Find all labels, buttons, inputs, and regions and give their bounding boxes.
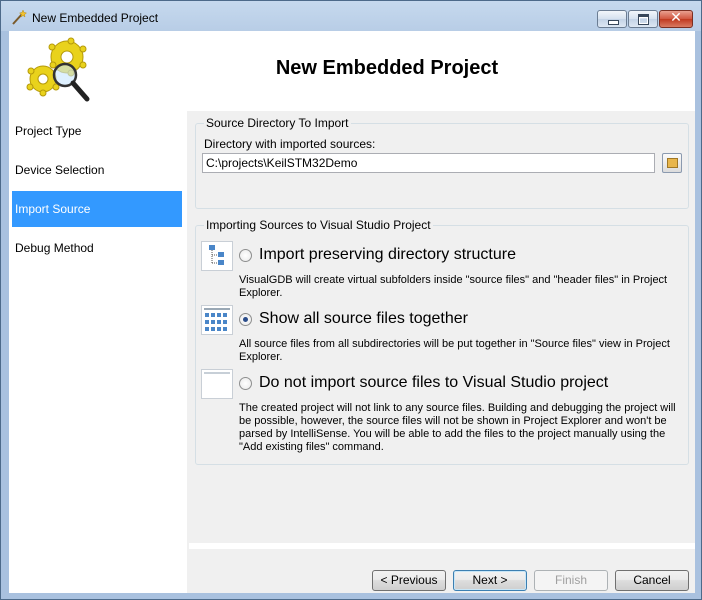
finish-button: Finish <box>534 570 608 591</box>
radio-do-not-import[interactable] <box>239 377 252 390</box>
option-show-all-together-desc: All source files from all subdirectories… <box>239 338 670 363</box>
window-title: New Embedded Project <box>32 11 159 25</box>
wizard-steps: Project Type Device Selection Import Sou… <box>9 111 187 593</box>
wizard-title: New Embedded Project <box>275 57 499 79</box>
wand-icon <box>12 9 27 25</box>
step-project-type[interactable]: Project Type <box>12 113 182 149</box>
wizard-header: New Embedded Project <box>9 31 695 111</box>
maximize-button[interactable] <box>628 10 658 28</box>
option-do-not-import-desc: The created project will not link to any… <box>239 402 676 453</box>
option-preserve-structure-desc: VisualGDB will create virtual subfolders… <box>239 274 668 299</box>
step-device-selection[interactable]: Device Selection <box>12 152 182 188</box>
title-bar[interactable]: New Embedded Project ✕ <box>1 1 701 35</box>
close-button[interactable]: ✕ <box>659 10 693 28</box>
cancel-button[interactable]: Cancel <box>615 570 689 591</box>
wizard-page: Source Directory To Import Directory wit… <box>189 111 695 571</box>
option-do-not-import-label[interactable]: Do not import source files to Visual Stu… <box>259 374 608 392</box>
source-directory-group: Source Directory To Import Directory wit… <box>195 116 689 209</box>
import-options-legend: Importing Sources to Visual Studio Proje… <box>204 218 433 232</box>
directory-input[interactable]: C:\projects\KeilSTM32Demo <box>202 153 655 173</box>
empty-project-icon <box>201 369 233 399</box>
flat-files-icon <box>201 305 233 335</box>
source-directory-legend: Source Directory To Import <box>204 116 351 130</box>
radio-selected-dot <box>243 317 248 322</box>
dialog-client: New Embedded Project Project Type Device… <box>9 31 695 593</box>
directory-tree-icon <box>201 241 233 271</box>
minimize-button[interactable] <box>597 10 627 28</box>
folder-icon <box>667 158 678 168</box>
maximize-icon <box>638 14 649 25</box>
window-frame: New Embedded Project ✕ New Embedded Proj… <box>0 0 702 600</box>
next-button[interactable]: Next > <box>453 570 527 591</box>
close-icon: ✕ <box>670 10 682 26</box>
radio-preserve-structure[interactable] <box>239 249 252 262</box>
wizard-footer: < Previous Next > Finish Cancel <box>189 549 695 593</box>
import-options-group: Importing Sources to Visual Studio Proje… <box>195 218 689 465</box>
step-debug-method[interactable]: Debug Method <box>12 230 182 266</box>
option-show-all-together-label[interactable]: Show all source files together <box>259 310 468 328</box>
option-preserve-structure-label[interactable]: Import preserving directory structure <box>259 246 516 264</box>
radio-show-all-together[interactable] <box>239 313 252 326</box>
directory-label: Directory with imported sources: <box>204 137 376 151</box>
minimize-icon <box>608 20 619 25</box>
previous-button[interactable]: < Previous <box>372 570 446 591</box>
browse-button[interactable] <box>662 153 682 173</box>
step-import-source[interactable]: Import Source <box>12 191 182 227</box>
